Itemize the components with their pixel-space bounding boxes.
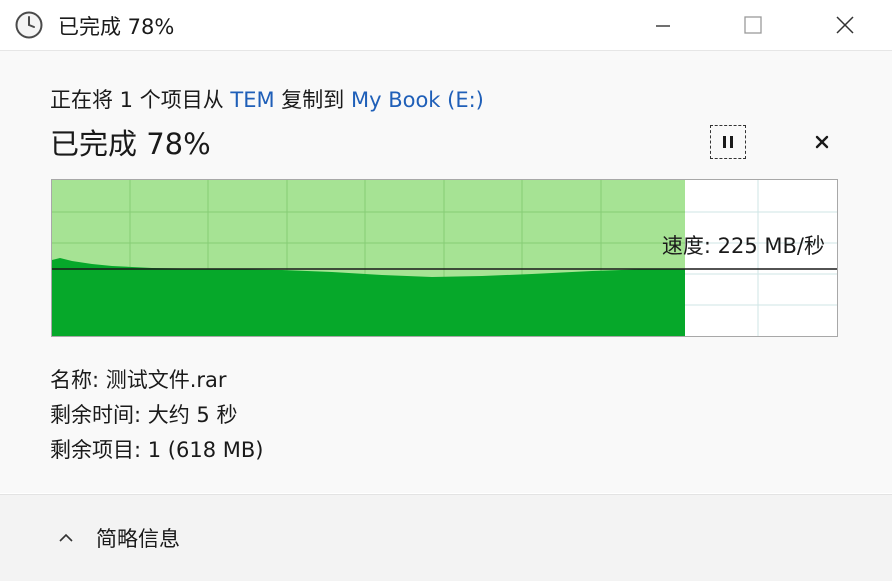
pause-icon	[723, 136, 733, 148]
title-bar: 已完成 78%	[0, 0, 892, 51]
copy-progress-panel: 正在将 1 个项目从 TEM 复制到 My Book (E:) 已完成 78%	[0, 51, 892, 493]
source-link[interactable]: TEM	[230, 88, 274, 112]
close-window-button[interactable]	[822, 0, 868, 50]
fewer-details-toggle[interactable]: 简略信息	[56, 523, 180, 553]
speed-label: 速度: 225 MB/秒	[661, 234, 825, 258]
copy-description: 正在将 1 个项目从 TEM 复制到 My Book (E:)	[50, 84, 484, 114]
maximize-button[interactable]	[730, 0, 776, 50]
dialog-footer: 简略信息	[0, 494, 892, 581]
maximize-icon	[744, 16, 762, 34]
cancel-button[interactable]	[806, 126, 838, 158]
minimize-icon	[656, 25, 670, 27]
time-remaining: 剩余时间: 大约 5 秒	[50, 403, 238, 427]
chevron-up-icon	[59, 533, 73, 542]
transfer-speed-graph: 速度: 225 MB/秒	[51, 179, 838, 337]
copy-middle-text: 复制到	[274, 88, 351, 112]
close-icon	[836, 16, 854, 34]
pause-button[interactable]	[710, 125, 746, 159]
progress-heading: 已完成 78%	[50, 127, 211, 161]
window-title: 已完成 78%	[58, 15, 175, 39]
clock-icon	[15, 11, 43, 39]
file-name: 名称: 测试文件.rar	[50, 368, 227, 392]
items-remaining: 剩余项目: 1 (618 MB)	[50, 438, 264, 462]
minimize-button[interactable]	[640, 0, 686, 50]
cancel-icon	[815, 135, 829, 149]
fewer-details-label: 简略信息	[96, 527, 180, 551]
destination-link[interactable]: My Book (E:)	[351, 88, 484, 112]
copy-prefix-text: 正在将 1 个项目从	[50, 88, 231, 112]
